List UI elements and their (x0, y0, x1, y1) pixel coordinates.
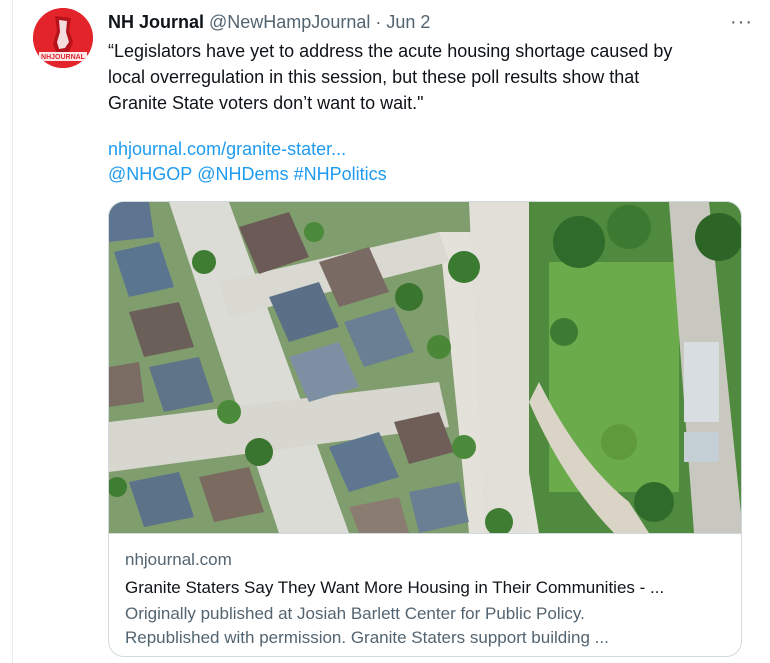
tweet-text-line: Granite State voters don’t want to wait.… (108, 93, 424, 113)
mention-nhgop[interactable]: @NHGOP (108, 164, 192, 184)
tweet-text-line: local overregulation in this session, bu… (108, 67, 640, 87)
aerial-neighborhood-image (109, 202, 741, 533)
link-preview-card[interactable]: nhjournal.com Granite Staters Say They W… (108, 201, 742, 657)
hashtag-nhpolitics[interactable]: #NHPolitics (294, 164, 387, 184)
avatar-logo-text: NHJOURNAL (41, 54, 86, 61)
nh-journal-logo-icon: NHJOURNAL (33, 8, 93, 68)
tweet-text: “Legislators have yet to address the acu… (108, 38, 738, 116)
card-title[interactable]: Granite Staters Say They Want More Housi… (125, 576, 727, 600)
avatar[interactable]: NHJOURNAL (33, 8, 93, 68)
tweet-date[interactable]: Jun 2 (386, 12, 430, 33)
tweet[interactable]: NHJOURNAL NH Journal @NewHampJournal · J… (13, 0, 770, 663)
mentions-line: @NHGOP @NHDems #NHPolitics (108, 161, 392, 187)
more-options-icon[interactable]: ··· (730, 11, 753, 34)
tweet-header: NH Journal @NewHampJournal · Jun 2 ··· (108, 10, 753, 34)
article-link[interactable]: nhjournal.com/granite-stater... (108, 139, 346, 159)
card-image[interactable] (109, 202, 741, 533)
separator-dot: · (375, 11, 382, 32)
author-name[interactable]: NH Journal (108, 12, 204, 33)
timeline-frame: NHJOURNAL NH Journal @NewHampJournal · J… (12, 0, 770, 663)
tweet-text-line: “Legislators have yet to address the acu… (108, 41, 673, 61)
card-domain: nhjournal.com (125, 550, 232, 569)
mention-nhdems[interactable]: @NHDems (197, 164, 288, 184)
card-description-line: Republished with permission. Granite Sta… (125, 628, 609, 647)
link-line: nhjournal.com/granite-stater... (108, 136, 346, 162)
card-description-line: Originally published at Josiah Barlett C… (125, 604, 585, 623)
card-description: Originally published at Josiah Barlett C… (125, 602, 727, 650)
author-handle[interactable]: @NewHampJournal (209, 12, 370, 33)
card-meta[interactable]: nhjournal.com Granite Staters Say They W… (109, 533, 741, 656)
